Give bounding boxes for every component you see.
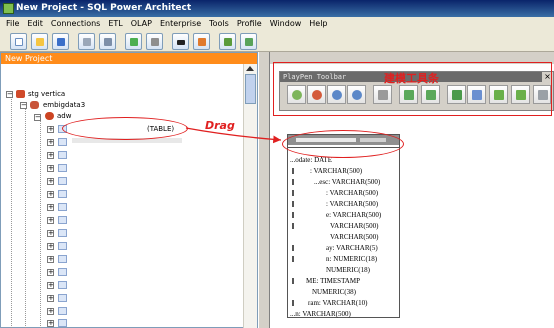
drag-arrow [185,127,282,144]
